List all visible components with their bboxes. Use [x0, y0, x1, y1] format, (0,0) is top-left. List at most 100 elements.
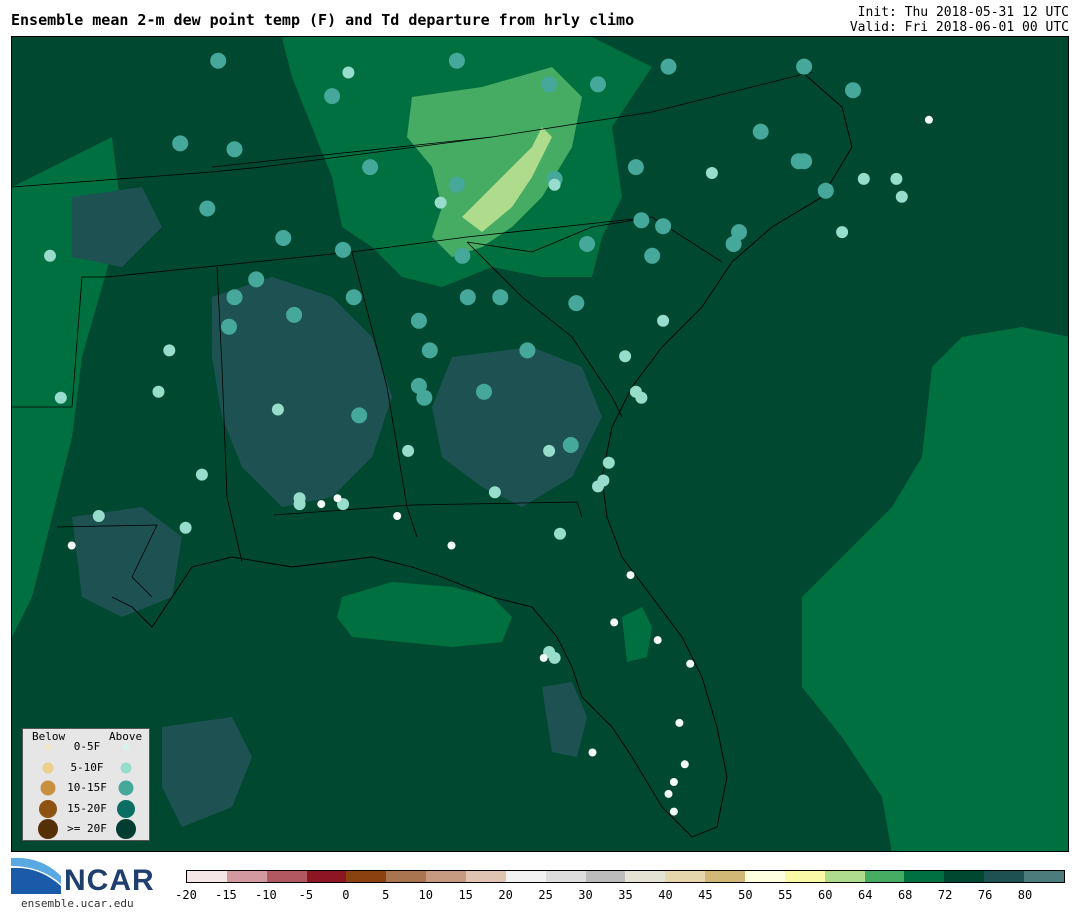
colorbar-segment: [944, 871, 985, 882]
station-dot: [548, 651, 561, 664]
station-dot: [448, 52, 465, 69]
station-dot: [333, 494, 342, 503]
colorbar-tick-label: 30: [578, 888, 593, 902]
map-panel: [11, 36, 1069, 852]
station-dot: [317, 500, 326, 509]
station-dot: [568, 295, 585, 312]
station-dot: [895, 190, 908, 203]
colorbar-tick-label: 15: [458, 888, 473, 902]
colorbar: [186, 870, 1065, 883]
station-dot: [610, 618, 619, 627]
colorbar-segment: [386, 871, 427, 882]
station-dot: [705, 167, 718, 179]
colorbar-tick-label: 55: [778, 888, 793, 902]
station-dot: [248, 271, 265, 288]
legend-below-dot: [40, 780, 56, 796]
station-dot: [562, 437, 579, 453]
station-dot: [410, 377, 427, 394]
colorbar-ticks: -20 -15 -10 -5 0 5 10 15 20 25 30 35 40 45 50 55 60 64 68 7…: [175, 888, 1065, 904]
station-dot: [541, 76, 558, 93]
station-dot: [664, 789, 673, 798]
init-time: Init: Thu 2018-05-31 12 UTC: [857, 5, 1069, 20]
station-dot: [286, 306, 303, 323]
station-dot: [454, 247, 471, 264]
station-dot: [554, 527, 566, 540]
station-dot: [686, 659, 695, 668]
station-dot: [519, 342, 536, 359]
station-dot: [543, 444, 556, 457]
station-dot: [817, 182, 834, 199]
colorbar-tick-label: 45: [698, 888, 713, 902]
colorbar-tick-label: 35: [618, 888, 633, 902]
colorbar-segment: [665, 871, 706, 882]
station-dot: [351, 407, 368, 424]
colorbar-tick-label: -10: [255, 888, 277, 902]
colorbar-tick-label: 80: [1017, 888, 1033, 902]
colorbar-tick-label: -15: [215, 888, 237, 902]
colorbar-tick-label: 25: [538, 888, 553, 902]
colorbar-segment: [266, 871, 307, 882]
station-dot: [393, 512, 402, 520]
station-dot: [539, 653, 548, 662]
station-dot: [275, 230, 292, 246]
station-dot: [476, 383, 492, 400]
colorbar-segment: [1024, 871, 1064, 882]
station-dot: [655, 218, 672, 235]
colorbar-segment: [625, 871, 666, 882]
station-dot: [210, 52, 227, 69]
station-dot: [342, 66, 355, 79]
station-dot: [179, 521, 192, 534]
colorbar-segment: [346, 871, 387, 882]
colorbar-tick-label: 5: [382, 888, 390, 902]
station-dot: [890, 172, 903, 185]
colorbar-segment: [824, 871, 865, 882]
station-dot: [857, 172, 870, 185]
station-dot: [675, 718, 684, 727]
station-dot: [627, 159, 644, 176]
station-dot: [226, 141, 243, 158]
station-dot: [619, 350, 632, 363]
station-dot: [633, 212, 650, 229]
station-dot: [635, 391, 648, 404]
station-dot: [488, 486, 501, 499]
legend-above-dot: [117, 799, 135, 818]
station-dot: [796, 153, 813, 170]
station-dot: [579, 236, 596, 252]
legend-below-dot: [42, 762, 54, 773]
station-legend: Below Above 0-5F 5-10F 10-15F 15-20F >= 20F: [22, 728, 150, 841]
colorbar-tick-label: 76: [977, 888, 993, 902]
station-dot: [644, 247, 661, 264]
colorbar-tick-label: 72: [937, 888, 953, 902]
colorbar-tick-label: 20: [498, 888, 513, 902]
station-dot: [752, 123, 769, 140]
legend-below-dot: [39, 799, 57, 818]
colorbar-segment: [187, 871, 227, 882]
station-dot: [669, 807, 678, 816]
station-dot: [597, 474, 610, 487]
colorbar-segment: [505, 871, 546, 882]
station-dot: [845, 82, 861, 99]
station-dot: [548, 178, 561, 191]
station-dot: [434, 196, 447, 209]
station-dot: [54, 391, 67, 404]
station-dot: [590, 76, 606, 93]
station-dot: [402, 444, 415, 457]
station-dot: [163, 344, 176, 357]
colorbar-segment: [705, 871, 746, 882]
colorbar-segment: [585, 871, 626, 882]
station-dot: [421, 342, 438, 359]
station-dot: [725, 236, 742, 252]
map-title: Ensemble mean 2-m dew point temp (F) and…: [11, 11, 635, 29]
station-dot: [293, 498, 306, 511]
colorbar-segment: [466, 871, 506, 882]
station-dot: [836, 226, 849, 239]
colorbar-segment: [745, 871, 785, 882]
station-dot: [221, 318, 237, 335]
station-dot: [602, 456, 615, 469]
station-dot: [172, 135, 189, 152]
station-dot: [335, 241, 351, 258]
colorbar-tick-label: 40: [658, 888, 673, 902]
station-dot: [199, 200, 216, 217]
colorbar-segment: [306, 871, 347, 882]
valid-time: Valid: Fri 2018-06-01 00 UTC: [849, 20, 1069, 35]
